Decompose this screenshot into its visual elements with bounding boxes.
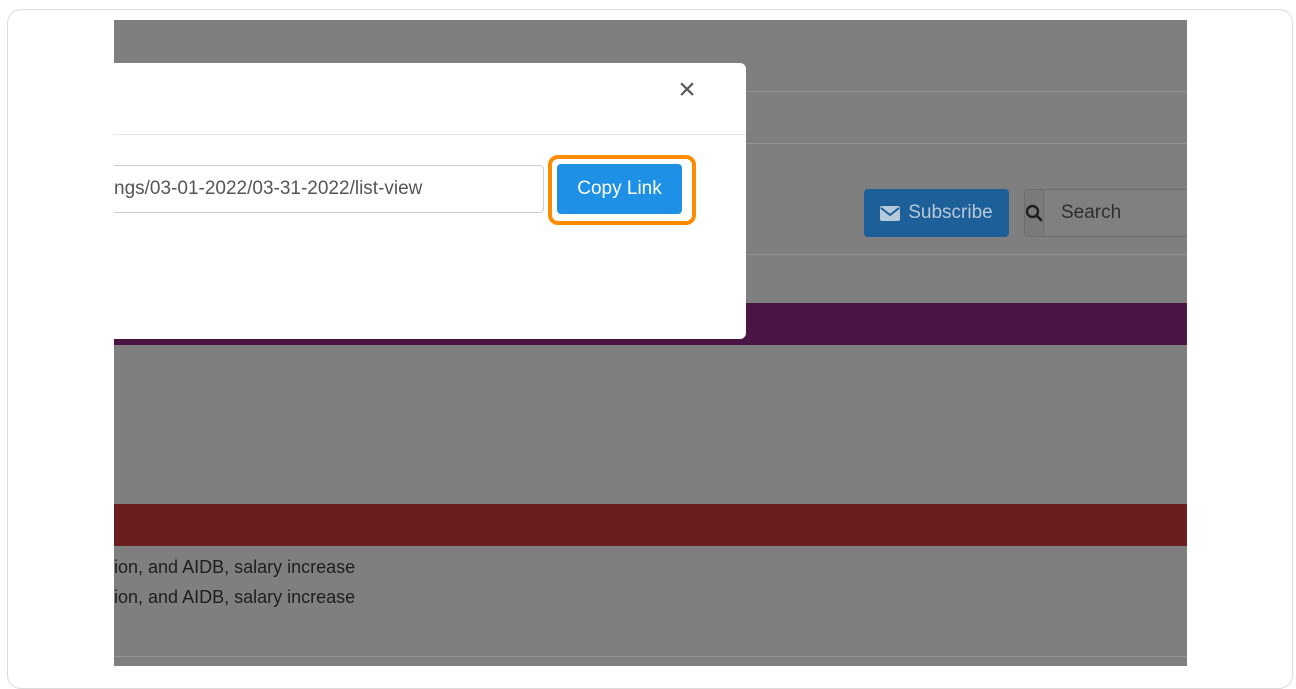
red-banner	[114, 504, 1187, 546]
divider	[114, 656, 1187, 657]
subscribe-label: Subscribe	[908, 202, 993, 223]
search-input[interactable]	[1044, 190, 1187, 236]
list-item: ion, and AIDB, salary increase	[114, 587, 356, 607]
search-icon	[1025, 204, 1043, 222]
search-group	[1024, 189, 1187, 237]
share-modal: × Copy Link	[114, 63, 746, 339]
envelope-icon	[880, 205, 901, 221]
copy-link-button[interactable]: Copy Link	[557, 164, 682, 214]
close-icon[interactable]: ×	[672, 75, 702, 105]
share-link-input[interactable]	[114, 165, 544, 213]
modal-divider	[114, 134, 746, 135]
page-viewport: Subscribe ion, and AIDB, salary increase…	[114, 20, 1187, 666]
search-button[interactable]	[1025, 190, 1044, 236]
subscribe-button[interactable]: Subscribe	[864, 189, 1009, 237]
list-item: ion, and AIDB, salary increase	[114, 557, 356, 577]
